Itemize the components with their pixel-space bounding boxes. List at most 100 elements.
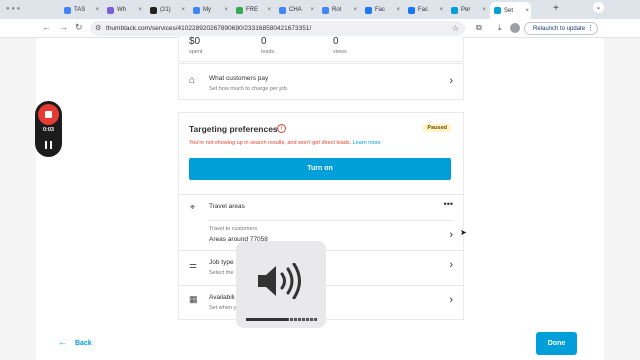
download-icon[interactable]: ⤓ [498, 23, 502, 33]
tab-label: My [203, 7, 211, 13]
paused-notice-text: You're not showing up in search results,… [189, 140, 352, 146]
tab-close-icon[interactable]: × [267, 7, 271, 13]
tab-close-icon[interactable]: × [353, 7, 357, 13]
views-label: views [333, 49, 347, 55]
back-arrow-icon: ← [58, 337, 67, 347]
volume-level-fill [246, 318, 288, 321]
tab-favicon-icon [322, 6, 329, 14]
recording-timer: 0:03 [42, 127, 54, 133]
tab-favicon-icon [193, 6, 200, 14]
tab-close-icon[interactable]: × [181, 7, 185, 13]
tab-close-icon[interactable]: × [525, 8, 529, 14]
tab-label: CHA [289, 7, 302, 13]
stop-recording-button[interactable] [38, 104, 59, 125]
price-tag-icon: ⌂ [189, 75, 196, 86]
travel-to-customers-label: Travel to customers [209, 226, 258, 232]
job-types-subtitle: Select the [209, 270, 234, 276]
done-button[interactable]: Done [536, 332, 577, 355]
more-menu-icon[interactable]: ⋮ [587, 23, 594, 35]
tab-label: FRE [246, 7, 258, 13]
pause-recording-button[interactable] [45, 141, 52, 149]
bookmark-star-icon[interactable]: ☆ [452, 21, 459, 36]
customers-pay-title: What customers pay [209, 75, 269, 82]
tab-label: Per [461, 7, 471, 13]
browser-tab[interactable]: (21) × [146, 3, 187, 17]
sliders-icon: ⚌ [189, 260, 198, 270]
tab-label: Fac [375, 7, 386, 13]
reload-icon[interactable]: ↻ [75, 22, 83, 33]
paused-badge: Paused [423, 124, 451, 132]
tab-label: TAS [74, 7, 86, 13]
leads-value: 0 [261, 36, 267, 47]
turn-on-button[interactable]: Turn on [189, 158, 451, 180]
forward-arrow-icon[interactable]: → [59, 22, 68, 32]
job-types-title: Job type [209, 259, 234, 266]
extensions-icon[interactable]: ⧉ [476, 23, 482, 33]
relaunch-label: Relaunch to update [533, 26, 586, 32]
browser-tab[interactable]: Set × [490, 2, 531, 19]
tab-favicon-icon [236, 6, 243, 14]
availability-subtitle: Set when y [209, 305, 237, 311]
tab-close-icon[interactable]: × [138, 7, 142, 13]
browser-tab[interactable]: TAS × [60, 3, 101, 17]
screen-recorder-control: 0:03 [35, 101, 62, 157]
availability-title: Availabili [209, 294, 235, 301]
tab-label: Wh [117, 7, 126, 13]
chevron-right-icon: › [449, 75, 453, 87]
tab-label: Rol [332, 7, 342, 13]
browser-tab[interactable]: Rol × [318, 3, 359, 17]
browser-tab[interactable]: Fac × [361, 3, 402, 17]
browser-tab[interactable]: My × [189, 3, 230, 17]
volume-overlay [236, 241, 326, 328]
tab-close-icon[interactable]: × [482, 7, 486, 13]
new-tab-icon[interactable]: + [553, 3, 559, 14]
tab-favicon-icon [408, 6, 415, 14]
tab-label: (21) [160, 7, 171, 13]
tab-close-icon[interactable]: × [439, 7, 443, 13]
tab-close-icon[interactable]: × [224, 7, 228, 13]
browser-tab[interactable]: FRE × [232, 3, 273, 17]
travel-areas-title: Travel areas [209, 203, 245, 210]
browser-tab[interactable]: Fac × [404, 3, 445, 17]
volume-level-bar [246, 318, 318, 321]
browser-tab[interactable]: Wh × [103, 3, 144, 17]
tab-close-icon[interactable]: × [396, 7, 400, 13]
tab-favicon-icon [365, 6, 372, 14]
tab-close-icon[interactable]: × [310, 7, 314, 13]
tab-label: Fac [418, 7, 429, 13]
tab-favicon-icon [279, 6, 286, 14]
chevron-right-icon: › [449, 294, 453, 306]
customers-pay-row[interactable]: ⌂ What customers pay Set how much to cha… [178, 63, 464, 100]
tab-list-icon[interactable]: ⌄ [593, 2, 604, 13]
profile-avatar[interactable] [510, 23, 520, 33]
more-options-icon[interactable]: ••• [444, 199, 453, 209]
back-arrow-icon[interactable]: ← [42, 22, 51, 32]
url-text: thumbtack.com/services/41022892026789069… [106, 25, 312, 32]
tab-favicon-icon [107, 6, 114, 14]
spent-value: $0 [189, 36, 201, 47]
tab-close-icon[interactable]: × [95, 7, 99, 13]
stats-card: $0 spent 0 leads 0 views [178, 36, 464, 62]
back-button[interactable]: ← Back [58, 337, 92, 347]
tab-label: Set [504, 7, 514, 14]
leads-label: leads [261, 49, 275, 55]
browser-tab[interactable]: CHA × [275, 3, 316, 17]
chevron-right-icon: › [449, 259, 453, 271]
learn-more-link[interactable]: Learn more [353, 140, 381, 146]
address-bar[interactable]: ⚙ thumbtack.com/services/410228920267890… [90, 21, 465, 36]
targeting-title: Targeting preferences [189, 124, 278, 134]
chevron-right-icon: › [449, 229, 453, 241]
tab-favicon-icon [64, 6, 71, 14]
tab-favicon-icon [494, 7, 501, 14]
warning-icon: ! [277, 124, 286, 133]
site-info-icon[interactable]: ⚙ [95, 21, 101, 36]
back-label: Back [74, 340, 92, 347]
window-controls: ● ● ● [6, 6, 21, 12]
spent-label: spent [189, 49, 203, 55]
relaunch-button[interactable]: Relaunch to update ⋮ [524, 22, 598, 35]
calendar-icon: ▦ [189, 294, 198, 304]
location-pin-icon: ⌖ [190, 202, 196, 212]
browser-tab-bar: ● ● ● TAS × Wh × (21) × My × FRE × CHA × Rol × Fac × Fac… [0, 0, 640, 19]
tab-favicon-icon [150, 6, 157, 14]
browser-tab[interactable]: Per × [447, 3, 488, 17]
